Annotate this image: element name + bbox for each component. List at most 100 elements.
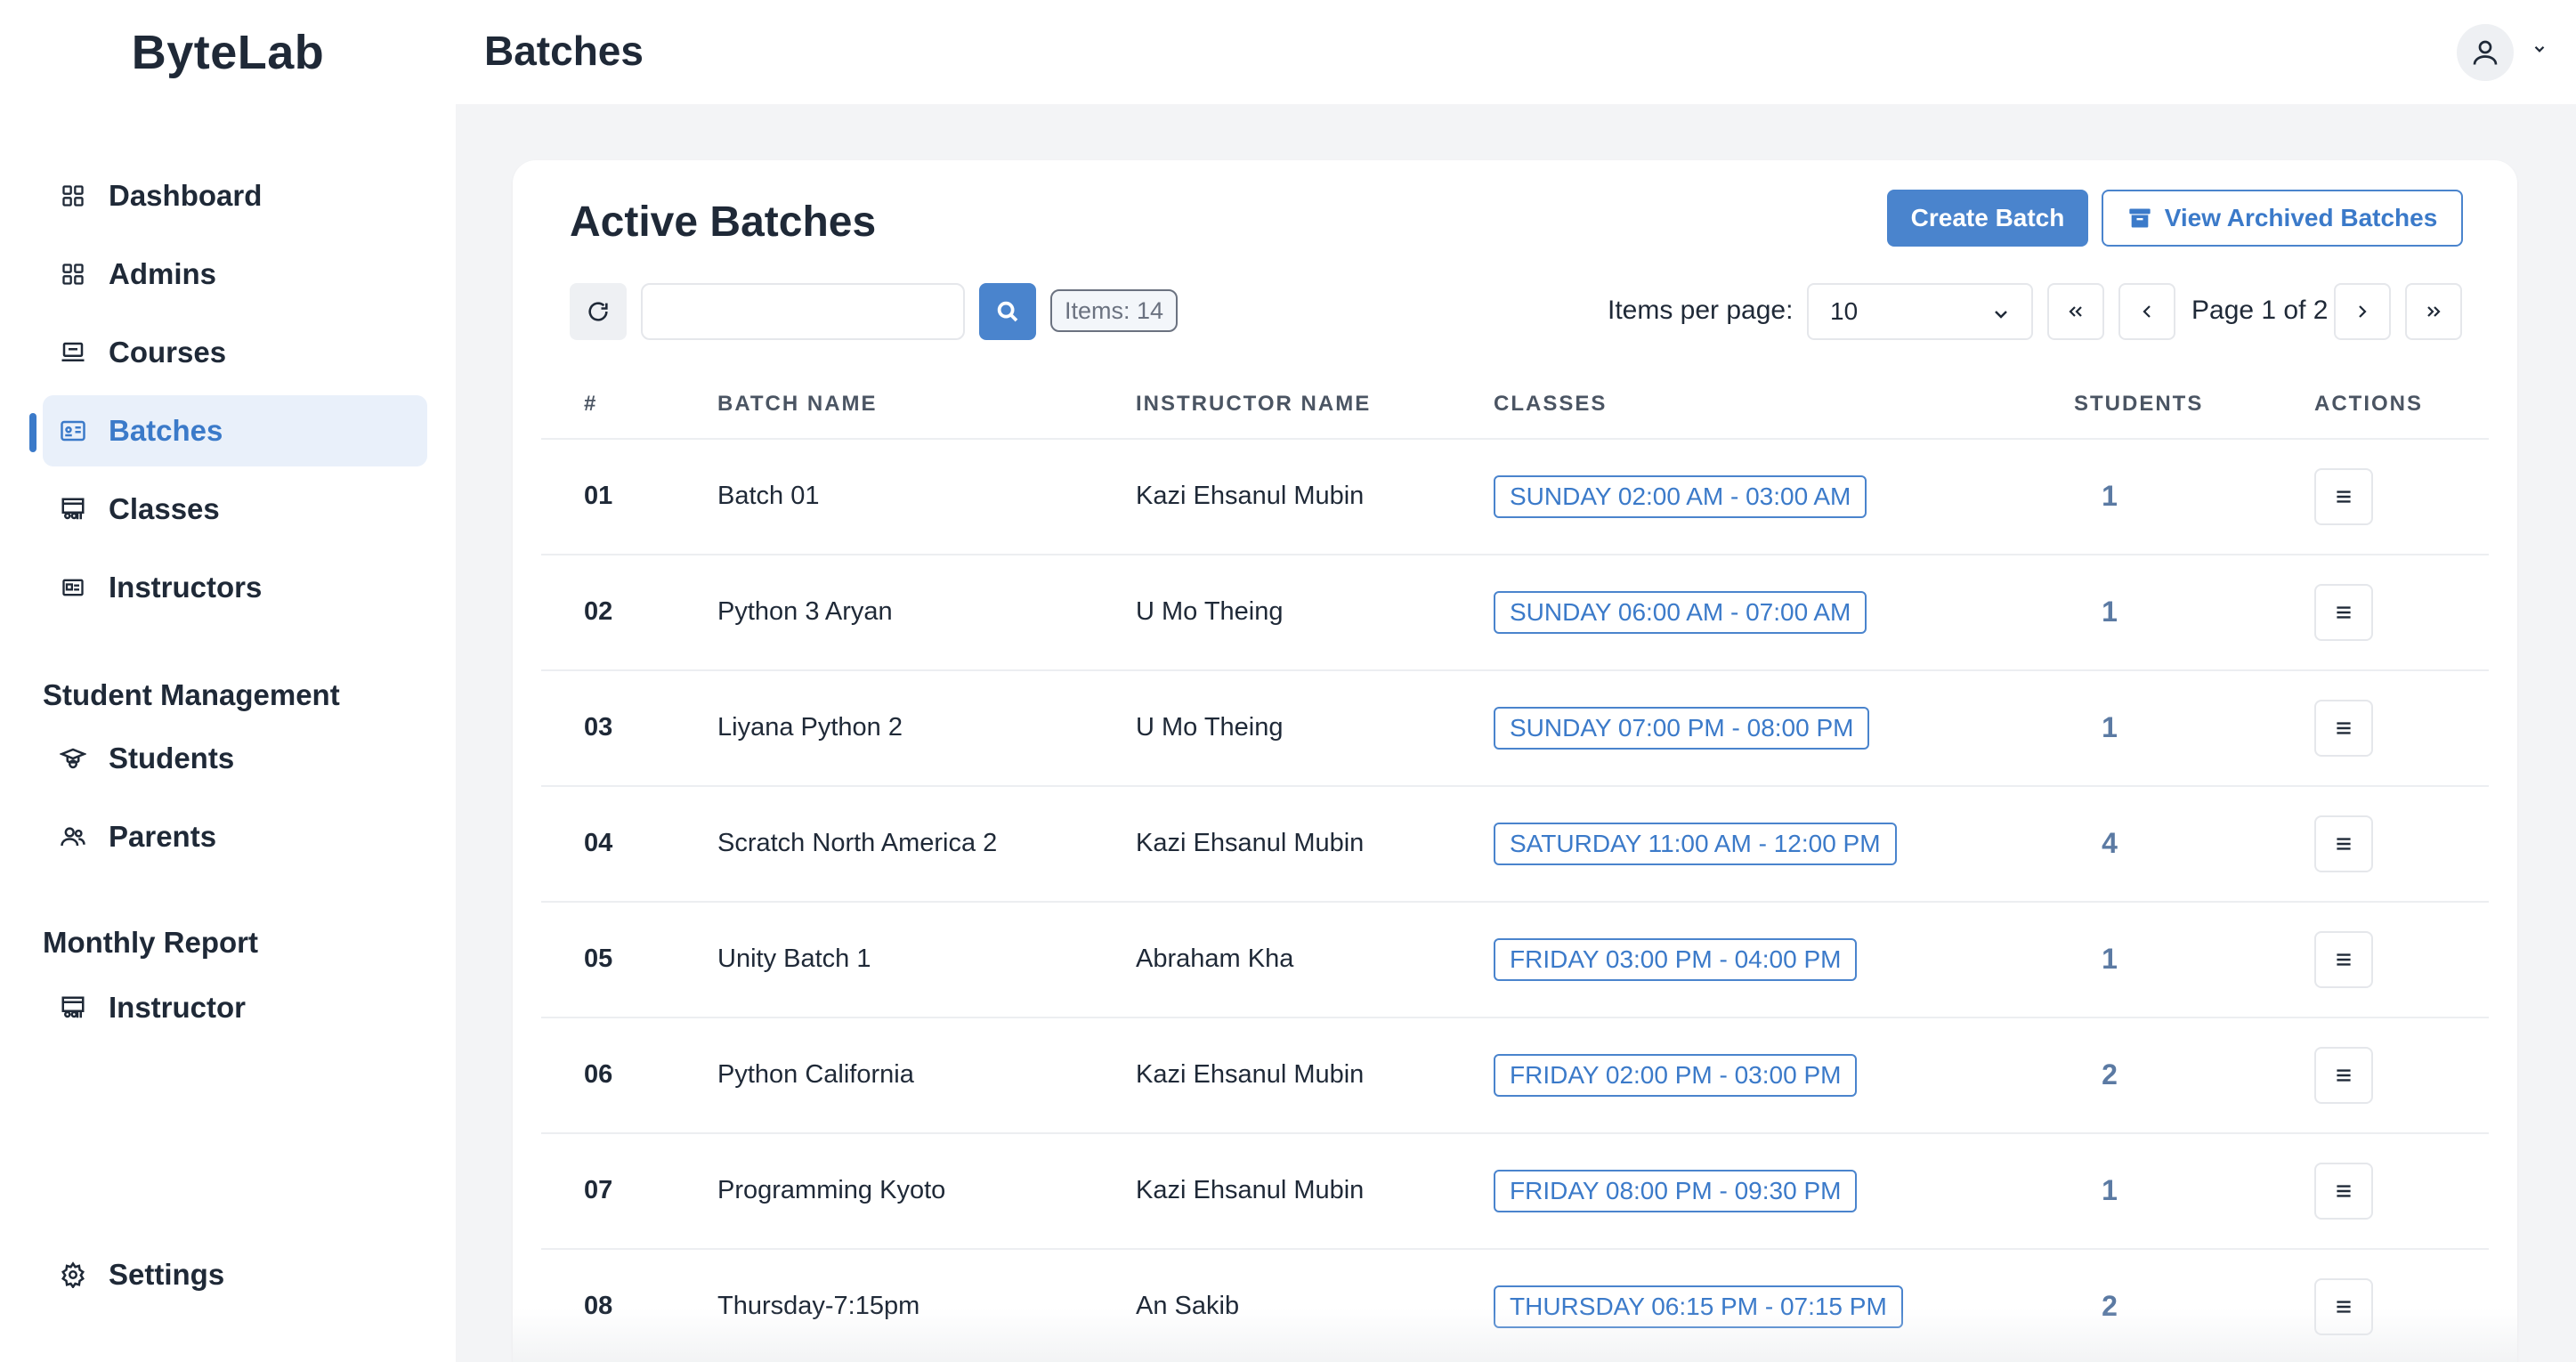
chevron-down-icon[interactable] <box>2528 37 2551 61</box>
sidebar-item-parents[interactable]: Parents <box>43 801 427 872</box>
menu-icon <box>2332 832 2355 855</box>
batch-name: Python California <box>717 1060 914 1089</box>
instructor-name: Kazi Ehsanul Mubin <box>1136 1060 1365 1089</box>
row-divider <box>541 554 2489 555</box>
row-divider <box>541 901 2489 903</box>
row-actions-button[interactable] <box>2314 584 2373 641</box>
column-header-actions: ACTIONS <box>2314 392 2423 416</box>
column-header-batch-name: BATCH NAME <box>717 392 878 416</box>
row-actions-button[interactable] <box>2314 468 2373 525</box>
refresh-button[interactable] <box>570 283 627 340</box>
class-schedule-tag[interactable]: FRIDAY 08:00 PM - 09:30 PM <box>1494 1170 1858 1212</box>
menu-icon <box>2332 948 2355 971</box>
sidebar-item-label: Classes <box>109 492 220 525</box>
student-count: 1 <box>2102 1174 2118 1206</box>
row-actions-button[interactable] <box>2314 1163 2373 1220</box>
student-count: 1 <box>2102 943 2118 975</box>
class-schedule-tag[interactable]: SUNDAY 02:00 AM - 03:00 AM <box>1494 475 1867 518</box>
page-indicator: Page 1 of 2 <box>2191 296 2329 325</box>
chevrons-right-icon <box>2423 301 2444 322</box>
last-page-button[interactable] <box>2405 283 2462 340</box>
class-schedule-tag[interactable]: FRIDAY 02:00 PM - 03:00 PM <box>1494 1054 1858 1097</box>
search-button[interactable] <box>979 283 1036 340</box>
next-page-button[interactable] <box>2334 283 2391 340</box>
chevron-down-icon <box>1990 303 2012 331</box>
items-per-page-select[interactable]: 10 <box>1807 283 2033 340</box>
row-number: 04 <box>584 829 613 857</box>
row-number: 03 <box>584 713 613 742</box>
instructor-name: Abraham Kha <box>1136 944 1294 973</box>
row-divider <box>541 669 2489 671</box>
sidebar-item-label: Courses <box>109 336 227 369</box>
student-count: 1 <box>2102 480 2118 512</box>
sidebar-item-label: Admins <box>109 257 217 290</box>
row-actions-button[interactable] <box>2314 1047 2373 1104</box>
chevron-left-icon <box>2136 301 2158 322</box>
menu-icon <box>2332 1180 2355 1203</box>
sidebar-item-students[interactable]: Students <box>43 723 427 794</box>
instructor-name: Kazi Ehsanul Mubin <box>1136 829 1365 857</box>
chevrons-left-icon <box>2065 301 2086 322</box>
previous-page-button[interactable] <box>2118 283 2175 340</box>
sidebar-item-settings[interactable]: Settings <box>43 1239 427 1310</box>
id-card-icon <box>55 413 91 449</box>
sidebar-item-label: Students <box>109 742 235 774</box>
instructor-name: U Mo Theing <box>1136 713 1284 742</box>
view-archived-batches-button[interactable]: View Archived Batches <box>2102 190 2463 247</box>
graduate-icon <box>55 741 91 776</box>
row-number: 05 <box>584 944 613 973</box>
create-batch-button[interactable]: Create Batch <box>1887 190 2088 247</box>
sidebar-item-batches[interactable]: Batches <box>43 395 427 466</box>
menu-icon <box>2332 1064 2355 1087</box>
row-divider <box>541 785 2489 787</box>
class-schedule-tag[interactable]: SUNDAY 07:00 PM - 08:00 PM <box>1494 707 1870 750</box>
sidebar-item-label: Settings <box>109 1258 225 1291</box>
sidebar-item-label: Batches <box>109 414 223 447</box>
avatar[interactable] <box>2457 24 2514 81</box>
section-title-student-management: Student Management <box>43 678 340 711</box>
sidebar-item-admins[interactable]: Admins <box>43 239 427 310</box>
class-schedule-tag[interactable]: FRIDAY 03:00 PM - 04:00 PM <box>1494 938 1858 981</box>
classroom-icon <box>55 491 91 527</box>
active-indicator <box>29 413 36 452</box>
sidebar-item-label: Instructor <box>109 991 247 1024</box>
sidebar-item-instructor-report[interactable]: Instructor <box>43 972 427 1043</box>
batch-name: Batch 01 <box>717 482 820 510</box>
column-header-number: # <box>584 392 598 416</box>
sidebar-item-classes[interactable]: Classes <box>43 474 427 545</box>
brand-logo[interactable]: ByteLab <box>0 25 456 80</box>
sidebar-item-dashboard[interactable]: Dashboard <box>43 160 427 231</box>
id-badge-icon <box>55 570 91 605</box>
batch-name: Python 3 Aryan <box>717 597 893 626</box>
laptop-icon <box>55 335 91 370</box>
column-header-instructor-name: INSTRUCTOR NAME <box>1136 392 1372 416</box>
card-title: Active Batches <box>570 199 877 246</box>
instructor-name: Kazi Ehsanul Mubin <box>1136 482 1365 510</box>
sidebar-item-courses[interactable]: Courses <box>43 317 427 388</box>
sidebar-item-label: Parents <box>109 820 217 853</box>
row-actions-button[interactable] <box>2314 931 2373 988</box>
grid-icon <box>55 256 91 292</box>
row-actions-button[interactable] <box>2314 815 2373 872</box>
column-header-students: STUDENTS <box>2074 392 2204 416</box>
top-bar <box>456 0 2576 104</box>
menu-icon <box>2332 485 2355 508</box>
classroom-icon <box>55 990 91 1026</box>
sidebar-item-instructors[interactable]: Instructors <box>43 552 427 623</box>
search-input[interactable] <box>641 283 965 340</box>
menu-icon <box>2332 601 2355 624</box>
row-divider <box>541 1017 2489 1018</box>
first-page-button[interactable] <box>2047 283 2104 340</box>
class-schedule-tag[interactable]: SUNDAY 06:00 AM - 07:00 AM <box>1494 591 1867 634</box>
class-schedule-tag[interactable]: SATURDAY 11:00 AM - 12:00 PM <box>1494 823 1897 865</box>
student-count: 1 <box>2102 596 2118 628</box>
sidebar-item-label: Instructors <box>109 571 263 604</box>
row-actions-button[interactable] <box>2314 700 2373 757</box>
sidebar-item-label: Dashboard <box>109 179 263 212</box>
refresh-icon <box>586 299 611 324</box>
user-icon <box>2469 36 2501 69</box>
view-archived-label: View Archived Batches <box>2164 204 2438 231</box>
instructor-name: U Mo Theing <box>1136 597 1284 626</box>
menu-icon <box>2332 717 2355 740</box>
items-count-badge: Items: 14 <box>1050 289 1179 332</box>
